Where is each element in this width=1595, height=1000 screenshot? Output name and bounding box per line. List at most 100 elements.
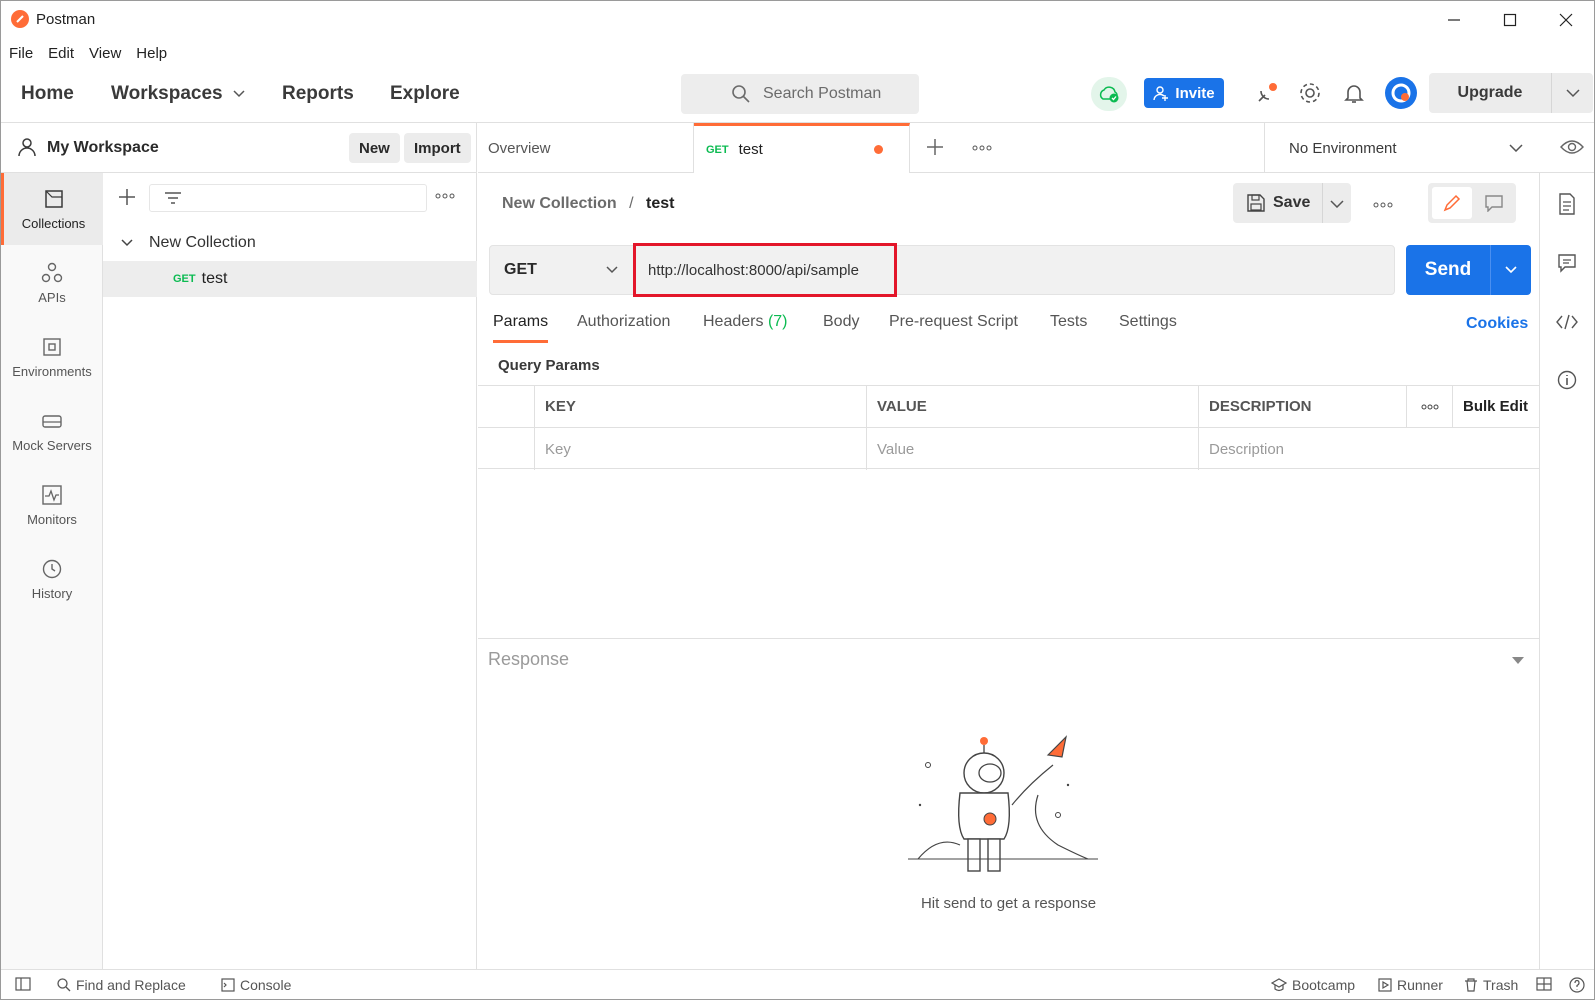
tab-test[interactable]: GET test [694,123,910,173]
toggle-sidebar-button[interactable] [15,977,36,991]
status-bar: Find and Replace Console Bootcamp Runner… [1,969,1594,999]
send-button[interactable]: Send [1406,245,1531,295]
chevron-down-icon[interactable] [1566,88,1580,98]
documentation-icon[interactable] [1558,193,1576,215]
nav-home[interactable]: Home [21,83,74,105]
rail-label: APIs [38,289,66,305]
chevron-down-icon[interactable] [1505,266,1517,274]
edit-mode-button[interactable] [1432,187,1472,219]
environment-selector[interactable]: No Environment [1264,123,1544,173]
collapse-caret-icon[interactable] [1512,657,1524,665]
eye-icon[interactable] [1560,138,1584,156]
tab-prerequest-script[interactable]: Pre-request Script [889,313,1018,331]
tab-body[interactable]: Body [823,313,859,331]
runner-button[interactable]: Runner [1378,977,1443,993]
console-button[interactable]: Console [221,977,291,993]
divider [1551,73,1552,113]
tab-overview[interactable]: Overview [478,123,694,173]
invite-label: Invite [1175,84,1215,102]
sync-status-icon[interactable] [1091,77,1127,111]
more-options-icon[interactable] [1373,202,1393,208]
trash-button[interactable]: Trash [1464,977,1518,993]
menu-view[interactable]: View [89,45,121,62]
nav-workspaces[interactable]: Workspaces [111,83,245,105]
window-title: Postman [36,11,96,28]
rail-collections[interactable]: Collections [1,173,103,245]
more-options-icon[interactable] [435,193,455,199]
comment-mode-icon[interactable] [1484,194,1504,212]
url-input[interactable]: http://localhost:8000/api/sample [633,243,897,297]
table-header-value: VALUE [866,386,1198,428]
tab-tests[interactable]: Tests [1050,313,1087,331]
satellite-icon[interactable] [1255,81,1279,105]
filter-icon [165,192,181,204]
breadcrumb: New Collection / test [502,195,675,213]
nav-workspaces-label: Workspaces [111,83,223,104]
rail-mock-servers[interactable]: Mock Servers [1,395,103,467]
tab-label: test [738,141,763,158]
method-select[interactable]: GET [490,246,634,294]
close-button[interactable] [1543,7,1589,33]
filter-input[interactable] [149,184,427,212]
rail-monitors[interactable]: Monitors [1,469,103,541]
menu-file[interactable]: File [9,45,33,62]
breadcrumb-collection[interactable]: New Collection [502,195,617,212]
response-title: Response [488,649,570,669]
tab-authorization[interactable]: Authorization [577,313,670,331]
settings-gear-icon[interactable] [1298,81,1322,105]
new-button[interactable]: New [349,133,400,163]
collections-icon [44,189,63,208]
invite-button[interactable]: Invite [1144,78,1224,108]
menu-edit[interactable]: Edit [48,45,74,62]
description-input[interactable]: Description [1198,428,1539,470]
request-url-bar: GET [489,245,1395,295]
rail-environments[interactable]: Environments [1,321,103,393]
notification-bell-icon[interactable] [1342,81,1366,105]
tab-settings[interactable]: Settings [1119,313,1177,331]
workspace-name[interactable]: My Workspace [47,139,159,157]
comments-icon[interactable] [1557,253,1577,273]
chevron-down-icon[interactable] [1330,200,1344,208]
postman-logo-icon [11,10,29,28]
tab-params[interactable]: Params [493,313,549,343]
cookies-link[interactable]: Cookies [1466,315,1528,333]
key-input[interactable]: Key [534,428,866,470]
tab-label: Overview [488,139,551,157]
search-icon [732,85,750,103]
maximize-button[interactable] [1487,7,1533,33]
search-bar[interactable]: Search Postman [681,74,919,114]
code-icon[interactable] [1556,314,1578,330]
nav-explore[interactable]: Explore [390,83,460,105]
import-button[interactable]: Import [404,133,471,163]
breadcrumb-request[interactable]: test [646,195,674,212]
avatar[interactable] [1385,77,1417,109]
upgrade-button[interactable]: Upgrade [1429,73,1593,113]
request-item[interactable]: GET test [103,261,477,297]
divider [1322,183,1324,223]
tab-headers[interactable]: Headers (7) [703,313,788,331]
table-more-options[interactable] [1406,386,1452,428]
bulk-edit-button[interactable]: Bulk Edit [1452,386,1539,428]
more-tabs-icon[interactable] [972,145,992,151]
bootcamp-button[interactable]: Bootcamp [1271,977,1355,993]
layout-button[interactable] [1536,977,1557,991]
two-pane-icon [1536,977,1552,991]
find-replace-button[interactable]: Find and Replace [57,977,186,993]
runner-icon [1378,978,1392,992]
info-icon[interactable] [1557,370,1577,390]
chevron-down-icon [1509,144,1523,152]
new-tab-icon[interactable] [927,139,943,155]
rail-history[interactable]: History [1,543,103,615]
minimize-button[interactable] [1431,7,1477,33]
nav-reports[interactable]: Reports [282,83,354,105]
add-icon[interactable] [119,189,135,205]
response-panel: Response Hit send to get a response [478,638,1539,969]
collection-item[interactable]: New Collection [103,227,477,259]
table-row-check[interactable] [478,428,534,470]
help-button[interactable] [1569,977,1590,993]
table-header-check [478,386,534,428]
value-input[interactable]: Value [866,428,1198,470]
menu-help[interactable]: Help [136,45,167,62]
rail-apis[interactable]: APIs [1,247,103,319]
rail-label: Monitors [27,511,77,527]
